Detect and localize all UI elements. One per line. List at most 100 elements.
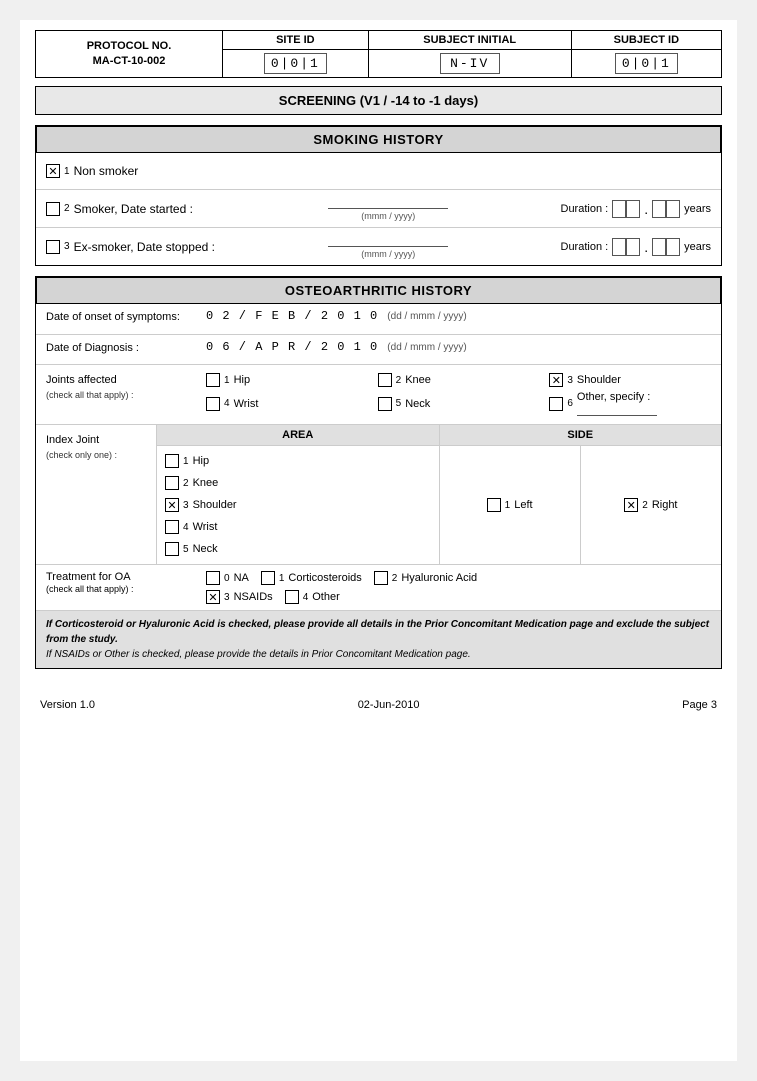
treatment-sublabel: (check all that apply) : xyxy=(46,584,134,594)
treatment-nsaids: 3 NSAIDs xyxy=(206,590,273,604)
dur-box-4 xyxy=(666,200,680,218)
joint-neck-checkbox[interactable] xyxy=(378,397,392,411)
smoker-duration-label: Duration : xyxy=(561,203,609,215)
treatment-line-2: 3 NSAIDs 4 Other xyxy=(206,590,711,604)
onset-row: Date of onset of symptoms: 0 2 / F E B /… xyxy=(36,304,721,334)
non-smoker-label: Non smoker xyxy=(74,164,139,178)
subject-initial-value: N-IV xyxy=(368,50,571,78)
area-wrist-label: Wrist xyxy=(193,521,218,533)
footer-date: 02-Jun-2010 xyxy=(358,699,420,711)
treatment-other-checkbox[interactable] xyxy=(285,590,299,604)
ex-smoker-duration-boxes-2 xyxy=(652,238,680,256)
smoking-history-body: 1 Non smoker 2 Smoker, Date started : (m… xyxy=(36,153,721,265)
joint-wrist-checkbox[interactable] xyxy=(206,397,220,411)
ex-smoker-date-format: (mmm / yyyy) xyxy=(216,249,561,259)
joint-knee-checkbox[interactable] xyxy=(378,373,392,387)
joint-knee-label: Knee xyxy=(405,374,431,386)
dur-dot-1: . xyxy=(644,200,648,218)
area-column: AREA 1 Hip 2 Knee xyxy=(157,425,440,564)
diagnosis-handwritten: 0 6 / A P R / 2 0 1 0 xyxy=(206,340,378,354)
joint-shoulder-checkbox[interactable] xyxy=(549,373,563,387)
joints-grid: 1 Hip 2 Knee 3 Shoulder xyxy=(206,373,711,416)
subject-id-header: SUBJECT ID xyxy=(571,31,721,50)
ex-smoker-date-line xyxy=(328,234,448,247)
index-joint-main-label: Index Joint xyxy=(46,433,146,448)
treatment-corticosteroids-checkbox[interactable] xyxy=(261,571,275,585)
diagnosis-value: 0 6 / A P R / 2 0 1 0 (dd / mmm / yyyy) xyxy=(206,340,711,354)
ex-dur-box-3 xyxy=(652,238,666,256)
area-items: 1 Hip 2 Knee 3 Shoulder xyxy=(157,446,439,564)
footer-page: Page 3 xyxy=(682,699,717,711)
ex-smoker-duration-field: Duration : . years xyxy=(561,238,712,256)
area-hip-label: Hip xyxy=(193,455,210,467)
index-joint-label: Index Joint (check only one) : xyxy=(36,425,156,564)
joint-wrist-label: Wrist xyxy=(234,398,259,410)
area-knee: 2 Knee xyxy=(165,472,431,494)
joint-neck: 5 Neck xyxy=(378,391,540,416)
side-right-checkbox[interactable] xyxy=(624,498,638,512)
treatment-corticosteroids: 1 Corticosteroids xyxy=(261,571,362,585)
side-right: 2 Right xyxy=(581,446,721,564)
onset-value: 0 2 / F E B / 2 0 1 0 (dd / mmm / yyyy) xyxy=(206,309,711,323)
footer: Version 1.0 02-Jun-2010 Page 3 xyxy=(35,699,722,711)
side-inner: 1 Left 2 Right xyxy=(440,446,722,564)
treatment-nsaids-label: NSAIDs xyxy=(234,591,273,603)
joint-wrist: 4 Wrist xyxy=(206,391,368,416)
treatment-na-label: NA xyxy=(234,572,249,584)
non-smoker-checkbox[interactable] xyxy=(46,164,60,178)
smoking-history-section: SMOKING HISTORY 1 Non smoker 2 Smoker, D… xyxy=(35,125,722,266)
side-right-label: Right xyxy=(652,499,678,511)
side-left-checkbox[interactable] xyxy=(487,498,501,512)
treatment-line-1: 0 NA 1 Corticosteroids 2 Hyaluronic Acid xyxy=(206,571,711,585)
ex-smoker-duration-label: Duration : xyxy=(561,241,609,253)
diagnosis-label: Date of Diagnosis : xyxy=(46,340,206,354)
subject-id-box: 0|0|1 xyxy=(615,53,678,74)
treatment-hyaluronic-checkbox[interactable] xyxy=(374,571,388,585)
site-id-box: 0|0|1 xyxy=(264,53,327,74)
page: PROTOCOL NO. MA-CT-10-002 SITE ID SUBJEC… xyxy=(20,20,737,1061)
joint-hip-label: Hip xyxy=(234,374,251,386)
treatment-nsaids-checkbox[interactable] xyxy=(206,590,220,604)
dur-box-1 xyxy=(612,200,626,218)
area-knee-checkbox[interactable] xyxy=(165,476,179,490)
joint-shoulder: 3 Shoulder xyxy=(549,373,711,387)
site-id-value: 0|0|1 xyxy=(222,50,368,78)
ex-dur-dot: . xyxy=(644,238,648,256)
joints-sublabel: (check all that apply) : xyxy=(46,390,134,400)
diagnosis-format: (dd / mmm / yyyy) xyxy=(387,342,466,353)
smoker-date-line xyxy=(328,196,448,209)
joint-knee: 2 Knee xyxy=(378,373,540,387)
treatment-other-label: Other xyxy=(312,591,340,603)
smoker-label: Smoker, Date started : xyxy=(74,202,193,216)
ex-smoker-years-label: years xyxy=(684,241,711,253)
smoker-checkbox[interactable] xyxy=(46,202,60,216)
oa-history-section: OSTEOARTHRITIC HISTORY Date of onset of … xyxy=(35,276,722,669)
area-hip-checkbox[interactable] xyxy=(165,454,179,468)
area-knee-label: Knee xyxy=(193,477,219,489)
onset-handwritten: 0 2 / F E B / 2 0 1 0 xyxy=(206,309,378,323)
area-header: AREA xyxy=(157,425,439,446)
area-wrist-checkbox[interactable] xyxy=(165,520,179,534)
area-neck: 5 Neck xyxy=(165,538,431,560)
ex-smoker-row: 3 Ex-smoker, Date stopped : (mmm / yyyy)… xyxy=(36,227,721,265)
treatment-na: 0 NA xyxy=(206,571,249,585)
treatment-na-checkbox[interactable] xyxy=(206,571,220,585)
joint-hip-checkbox[interactable] xyxy=(206,373,220,387)
smoker-num: 2 xyxy=(64,203,70,214)
treatment-other: 4 Other xyxy=(285,590,340,604)
joint-other-label: Other, specify : xyxy=(577,391,711,416)
side-header: SIDE xyxy=(440,425,722,446)
smoking-history-title: SMOKING HISTORY xyxy=(36,126,721,153)
area-shoulder: 3 Shoulder xyxy=(165,494,431,516)
ex-smoker-checkbox-label: 3 Ex-smoker, Date stopped : xyxy=(46,240,216,254)
subject-initial-header: SUBJECT INITIAL xyxy=(368,31,571,50)
joint-other-checkbox[interactable] xyxy=(549,397,563,411)
protocol-cell: PROTOCOL NO. MA-CT-10-002 xyxy=(36,31,223,78)
area-neck-checkbox[interactable] xyxy=(165,542,179,556)
ex-smoker-checkbox[interactable] xyxy=(46,240,60,254)
smoker-row: 2 Smoker, Date started : (mmm / yyyy) Du… xyxy=(36,189,721,227)
area-shoulder-checkbox[interactable] xyxy=(165,498,179,512)
subject-id-value: 0|0|1 xyxy=(571,50,721,78)
treatment-main-label: Treatment for OA xyxy=(46,571,206,583)
dur-box-2 xyxy=(626,200,640,218)
